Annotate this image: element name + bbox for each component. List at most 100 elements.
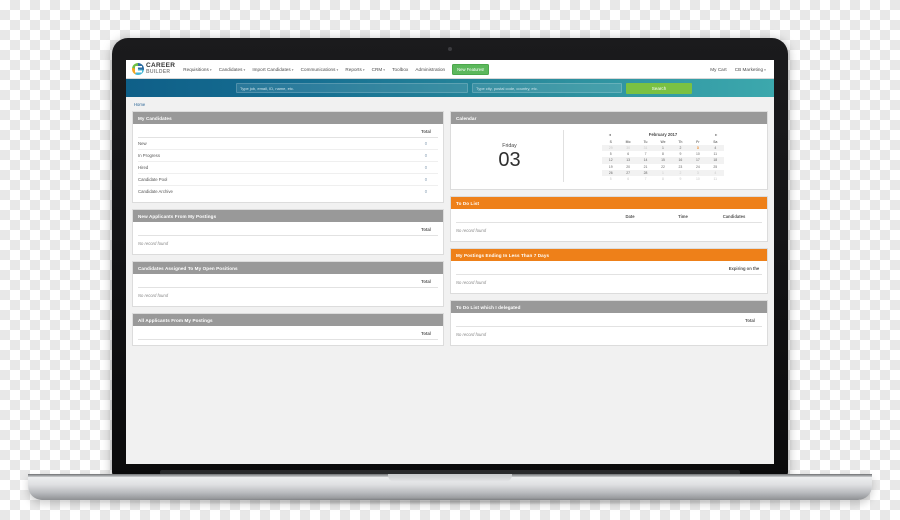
- chevron-down-icon: ▾: [336, 67, 339, 72]
- nav-item-candidates[interactable]: Candidates▾: [219, 67, 246, 72]
- nav-label: CB Marketing: [734, 66, 764, 72]
- screenshot-stage: CAREER BUILDER Requisitions▾ Candidates▾…: [0, 0, 900, 520]
- nav-label: Requisitions: [183, 66, 209, 72]
- panel-assigned-candidates: Candidates Assigned To My Open Positions…: [132, 261, 444, 307]
- laptop-base: [28, 474, 872, 500]
- panel-title: My Postings Ending In Less Than 7 Days: [451, 249, 767, 262]
- main-menu: Requisitions▾ Candidates▾ Import Candida…: [183, 63, 710, 75]
- nav-item-toolbox[interactable]: Toolbox: [392, 67, 408, 72]
- table-row[interactable]: Candidate Pool 0: [138, 174, 438, 186]
- row-label: Hired: [138, 165, 149, 170]
- panel-todo-list: To Do List Date Time Candidates No recor…: [450, 196, 768, 243]
- search-location-input[interactable]: Type city, postal code, country, etc.: [472, 83, 622, 93]
- table-header: Total: [138, 127, 438, 138]
- chevron-down-icon: ▾: [362, 67, 365, 72]
- panel-title: Calendar: [451, 112, 767, 124]
- empty-state-message: No record found: [456, 228, 487, 234]
- nav-item-crm[interactable]: CRM▾: [372, 67, 385, 72]
- dashboard-page: Home My Candidates Total New 0 In Progre…: [126, 97, 774, 464]
- row-total: 0: [424, 177, 428, 182]
- nav-item-requisitions[interactable]: Requisitions▾: [183, 67, 211, 72]
- column-header-time: Time: [678, 214, 688, 220]
- nav-label: Reports: [345, 66, 362, 72]
- new-features-button[interactable]: New Features!: [452, 63, 490, 75]
- row-label: In Progress: [138, 153, 160, 158]
- panel-new-applicants: New Applicants From My Postings Total No…: [132, 209, 444, 255]
- left-column: My Candidates Total New 0 In Progress 0 …: [132, 111, 444, 352]
- calendar-day[interactable]: 10: [689, 176, 706, 182]
- mini-calendar-header: ◄ February 2017 ►: [602, 132, 724, 139]
- table-row[interactable]: In Progress 0: [138, 150, 438, 162]
- column-header-date: Date: [625, 214, 635, 220]
- panel-title: Candidates Assigned To My Open Positions: [133, 262, 443, 274]
- mini-calendar-week: 5 6 7 8 9 10 11: [602, 176, 724, 182]
- panel-body: Total No record found: [133, 222, 443, 254]
- calendar-day[interactable]: 5: [602, 176, 619, 182]
- panel-title: All Applicants From My Postings: [133, 314, 443, 326]
- mini-calendar: ◄ February 2017 ► S Mo Tu We Th Fr Sa 29…: [602, 132, 724, 182]
- search-keyword-input[interactable]: Type job, email, ID, name, etc.: [236, 83, 468, 93]
- next-month-icon[interactable]: ►: [714, 133, 718, 137]
- nav-item-cb-marketing[interactable]: CB Marketing▾: [735, 67, 766, 72]
- panel-title: New Applicants From My Postings: [133, 210, 443, 222]
- nav-label: Communications: [300, 66, 336, 72]
- nav-item-my-cart[interactable]: My Cart: [710, 67, 726, 72]
- prev-month-icon[interactable]: ◄: [608, 133, 612, 137]
- table-header: Total: [138, 277, 438, 288]
- panel-all-applicants: All Applicants From My Postings Total: [132, 313, 444, 346]
- calendar-weekday: Friday: [502, 142, 517, 149]
- row-total: 0: [424, 189, 428, 194]
- calendar-day[interactable]: 9: [672, 176, 689, 182]
- right-column: Calendar Friday 03 ◄ February 2017 ► S M…: [450, 111, 768, 352]
- nav-item-administration[interactable]: Administration: [415, 67, 445, 72]
- calendar-day[interactable]: 8: [654, 176, 671, 182]
- webcam-icon: [448, 47, 452, 51]
- panel-todo-delegated: To Do List which I delegated Total No re…: [450, 300, 768, 347]
- column-header-candidates: Candidates: [722, 214, 746, 220]
- table-header: Date Time Candidates: [456, 212, 762, 224]
- careerbuilder-logo[interactable]: CAREER BUILDER: [132, 63, 175, 75]
- table-header: Total: [138, 329, 438, 340]
- trackpad-notch: [388, 474, 512, 482]
- calendar-day[interactable]: 11: [707, 176, 724, 182]
- careerbuilder-mark-icon: [132, 63, 144, 75]
- nav-label: Candidates: [218, 66, 243, 72]
- table-row[interactable]: New 0: [138, 138, 438, 150]
- nav-item-communications[interactable]: Communications▾: [301, 67, 339, 72]
- calendar-day-number: 03: [498, 148, 521, 171]
- breadcrumb[interactable]: Home: [134, 102, 768, 107]
- nav-label: My Cart: [710, 66, 727, 72]
- table-row[interactable]: Candidate Archive 0: [138, 186, 438, 197]
- laptop-screen: CAREER BUILDER Requisitions▾ Candidates▾…: [126, 60, 774, 464]
- nav-label: Toolbox: [392, 66, 409, 72]
- row-label: Candidate Pool: [138, 177, 168, 182]
- panel-body: Date Time Candidates No record found: [451, 209, 767, 241]
- panel-body: Total New 0 In Progress 0 Hired 0 Candid…: [133, 124, 443, 202]
- calendar-day[interactable]: 6: [619, 176, 636, 182]
- top-navigation-bar: CAREER BUILDER Requisitions▾ Candidates▾…: [126, 60, 774, 79]
- column-header-expiring: Expiring on the: [728, 266, 760, 272]
- global-search-bar: Type job, email, ID, name, etc. Type cit…: [126, 79, 774, 97]
- row-label: Candidate Archive: [138, 189, 173, 194]
- column-header-total: Total: [421, 129, 431, 134]
- panel-title: My Candidates: [133, 112, 443, 124]
- panel-body: Total No record found: [451, 313, 767, 345]
- table-row[interactable]: Hired 0: [138, 162, 438, 174]
- laptop-shadow: [42, 498, 858, 505]
- nav-item-reports[interactable]: Reports▾: [345, 67, 364, 72]
- calendar-body: Friday 03 ◄ February 2017 ► S Mo Tu We T…: [451, 124, 767, 189]
- column-header-total: Total: [745, 318, 755, 324]
- nav-item-import-candidates[interactable]: Import Candidates▾: [252, 67, 293, 72]
- logo-line-2: BUILDER: [146, 68, 171, 75]
- top-right-menu: My Cart CB Marketing▾: [710, 67, 768, 72]
- empty-state-message: No record found: [456, 280, 487, 286]
- chevron-down-icon: ▾: [383, 67, 386, 72]
- table-header: Total: [456, 316, 762, 328]
- row-total: 0: [424, 141, 428, 146]
- nav-label: Import Candidates: [252, 66, 291, 72]
- panel-postings-ending: My Postings Ending In Less Than 7 Days E…: [450, 248, 768, 295]
- table-header: Expiring on the: [456, 264, 762, 276]
- logo-wordmark: CAREER BUILDER: [146, 63, 175, 75]
- calendar-day[interactable]: 7: [637, 176, 654, 182]
- search-button[interactable]: Search: [626, 82, 692, 94]
